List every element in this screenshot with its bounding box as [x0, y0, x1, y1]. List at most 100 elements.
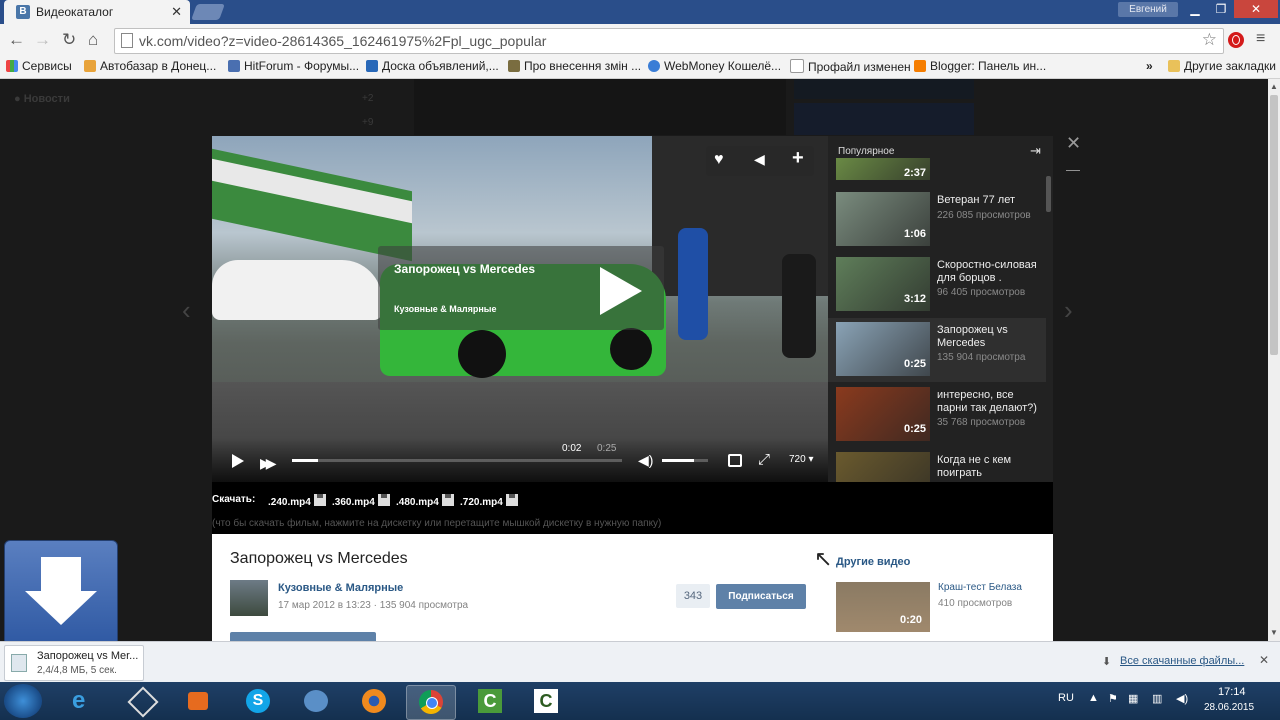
start-button[interactable] — [4, 684, 42, 718]
progress-track[interactable] — [292, 459, 622, 462]
tray-flag-icon[interactable]: ⚑ — [1108, 692, 1118, 705]
vk-favicon-icon: В — [16, 5, 30, 19]
loop-icon[interactable] — [728, 454, 742, 467]
tab-close-icon[interactable]: ✕ — [171, 4, 182, 20]
tray-app-icon[interactable]: ▦ — [1128, 692, 1138, 705]
maximize-icon[interactable]: ❐ — [1208, 0, 1234, 18]
bookmarks-overflow-icon[interactable]: » — [1146, 59, 1153, 73]
video-views: 35 768 просмотров — [937, 417, 1026, 428]
playlist-item-active[interactable]: 0:25 Запорожец vs Mercedes 135 904 просм… — [828, 318, 1046, 382]
taskbar-camtasia-icon[interactable]: C — [466, 685, 514, 718]
download-item[interactable]: Запорожец vs Mer... 2,4/4,8 МБ, 5 сек. — [4, 645, 144, 681]
download-link-480[interactable]: .480.mp4 — [396, 494, 454, 508]
other-video-thumbnail[interactable]: 0:20 — [836, 582, 930, 632]
other-bookmarks-folder[interactable]: Другие закладки — [1168, 59, 1276, 73]
download-arrow-icon — [41, 557, 81, 591]
taskbar-chrome-icon[interactable] — [406, 685, 456, 720]
volume-track[interactable] — [662, 459, 708, 462]
tray-network-icon[interactable]: ▥ — [1152, 692, 1162, 705]
channel-avatar[interactable] — [230, 580, 268, 616]
playlist-item[interactable]: 0:25 интересно, все парни так делают?) 3… — [828, 383, 1046, 447]
floppy-disk-icon[interactable] — [313, 494, 326, 506]
download-link-360[interactable]: .360.mp4 — [332, 494, 390, 508]
webmoney-icon — [648, 60, 660, 72]
address-bar[interactable]: vk.com/video?z=video-28614365_162461975%… — [114, 28, 1224, 54]
home-icon[interactable]: ⌂ — [88, 31, 98, 48]
taskbar-app-icon[interactable] — [116, 685, 164, 718]
previous-arrow-icon[interactable]: ‹ — [182, 295, 191, 326]
channel-name[interactable]: Кузовные & Малярные — [394, 304, 497, 314]
scroll-down-icon[interactable]: ▼ — [1270, 628, 1278, 637]
chrome-menu-icon[interactable]: ≡ — [1256, 30, 1265, 48]
collapse-sidebar-icon[interactable]: ⇥ — [1030, 143, 1041, 159]
download-link-720[interactable]: .720.mp4 — [460, 494, 518, 508]
bookmark-item[interactable]: HitForum - Форумы... — [228, 59, 359, 73]
video-views: 96 405 просмотров — [937, 287, 1026, 298]
playlist-item[interactable]: 2:37 — [828, 158, 1046, 182]
input-language[interactable]: RU — [1058, 692, 1074, 704]
bookmark-star-icon[interactable]: ☆ — [1202, 30, 1217, 50]
scroll-up-icon[interactable]: ▲ — [1270, 82, 1278, 91]
floppy-disk-icon[interactable] — [441, 494, 454, 506]
tab-strip — [0, 0, 1280, 24]
window-close-icon[interactable]: ✕ — [1234, 0, 1278, 18]
minimize-icon[interactable]: ▁ — [1182, 0, 1208, 18]
reload-icon[interactable]: ↻ — [62, 31, 76, 48]
subscribe-button[interactable]: Подписаться — [716, 584, 806, 609]
fullscreen-icon[interactable]: ⤢ — [758, 451, 770, 468]
share-megaphone-icon[interactable]: ◀ — [754, 151, 765, 168]
video-title-heading: Запорожец vs Mercedes — [230, 550, 408, 567]
like-heart-icon[interactable]: ♥ — [714, 151, 724, 169]
download-label: Скачать: — [212, 494, 256, 505]
video-player[interactable]: Запорожец vs Mercedes Кузовные & Малярны… — [212, 136, 828, 482]
taskbar-ie-icon[interactable]: e — [60, 685, 108, 718]
forward-arrow-icon[interactable]: → — [34, 31, 51, 48]
new-tab-button[interactable] — [191, 4, 225, 20]
quality-selector[interactable]: 720 ▾ — [789, 454, 814, 465]
playlist-item[interactable]: 1:06 Ветеран 77 лет 226 085 просмотров — [828, 188, 1046, 252]
close-modal-icon[interactable]: ✕ — [1066, 133, 1081, 154]
taskbar-skype-icon[interactable]: S — [234, 685, 282, 718]
floppy-disk-icon[interactable] — [377, 494, 390, 506]
taskbar-messenger-icon[interactable] — [292, 685, 340, 718]
back-arrow-icon[interactable]: ← — [8, 31, 25, 48]
taskbar-camtasia-recorder-icon[interactable]: C — [522, 685, 570, 718]
clock-time[interactable]: 17:14 — [1218, 686, 1246, 698]
taskbar-firefox-icon[interactable] — [350, 685, 398, 718]
floppy-disk-icon[interactable] — [505, 494, 518, 506]
volume-fill — [662, 459, 695, 462]
minimize-modal-icon[interactable]: — — [1066, 161, 1080, 177]
bookmark-item[interactable]: WebMoney Кошелё... — [648, 59, 781, 73]
channel-link[interactable]: Кузовные & Малярные — [278, 582, 403, 594]
profile-user-badge[interactable]: Евгений — [1118, 2, 1178, 17]
playlist-item[interactable]: 3:12 Скоростно-силовая для борцов . 96 4… — [828, 253, 1046, 317]
all-downloads-link[interactable]: Все скачанные файлы... — [1120, 655, 1244, 667]
bookmark-item[interactable]: Про внесення змін ... — [508, 59, 641, 73]
tray-expand-icon[interactable]: ▲ — [1088, 692, 1099, 704]
close-shelf-icon[interactable]: ✕ — [1259, 653, 1269, 667]
clock-date[interactable]: 28.06.2015 — [1204, 702, 1254, 713]
download-manager-widget[interactable] — [4, 540, 118, 646]
other-video-title[interactable]: Краш-тест Белаза — [938, 582, 1022, 593]
url-text: vk.com/video?z=video-28614365_162461975%… — [139, 33, 547, 49]
next-arrow-icon[interactable]: › — [1064, 295, 1073, 326]
play-icon[interactable] — [232, 454, 244, 468]
download-link-240[interactable]: .240.mp4 — [268, 494, 326, 508]
playlist-item[interactable]: Когда не с кем поиграть — [828, 448, 1046, 482]
volume-speaker-icon[interactable]: ◀) — [638, 452, 653, 469]
other-video-duration: 0:20 — [900, 614, 923, 626]
bookmark-item[interactable]: Доска объявлений,... — [366, 59, 499, 73]
opera-extension-icon[interactable] — [1228, 32, 1244, 48]
bookmark-item[interactable]: Сервисы — [6, 59, 72, 73]
bookmark-item[interactable]: Автобазар в Донец... — [84, 59, 216, 73]
next-video-icon[interactable]: ▶▶ — [260, 455, 276, 472]
bookmark-item[interactable]: Профайл изменен — [790, 59, 911, 74]
bookmark-item[interactable]: Blogger: Панель ин... — [914, 59, 1046, 73]
scrollbar-thumb[interactable] — [1270, 95, 1278, 355]
other-videos-link[interactable]: Другие видео — [836, 556, 910, 568]
play-big-icon[interactable] — [600, 267, 642, 315]
taskbar-media-icon[interactable] — [174, 685, 222, 718]
tray-volume-icon[interactable]: ◀) — [1176, 692, 1188, 705]
add-plus-icon[interactable]: + — [792, 147, 804, 170]
tab-videocatalog[interactable]: В Видеокаталог ✕ — [4, 0, 190, 24]
